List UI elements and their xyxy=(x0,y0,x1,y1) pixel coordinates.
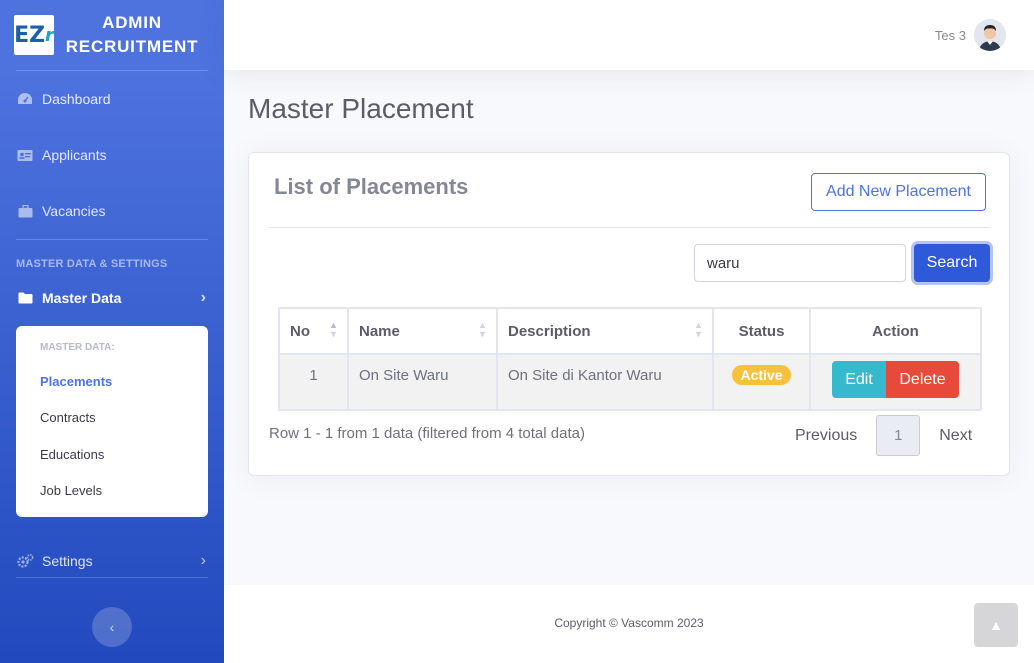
pagination-next[interactable]: Next xyxy=(925,427,986,445)
user-menu[interactable]: Tes 3 xyxy=(935,19,1006,51)
delete-button[interactable]: Delete xyxy=(886,361,959,398)
search-input[interactable] xyxy=(694,244,906,282)
master-data-submenu: MASTER DATA: Placements Contracts Educat… xyxy=(16,326,208,517)
avatar xyxy=(974,19,1006,51)
sidebar-item-dashboard[interactable]: Dashboard xyxy=(0,71,224,127)
submenu-header: MASTER DATA: xyxy=(40,342,115,353)
topbar: Tes 3 xyxy=(224,0,1034,70)
status-badge: Active xyxy=(732,365,791,385)
brand-text: ADMIN RECRUITMENT xyxy=(65,13,199,56)
user-name: Tes 3 xyxy=(934,27,966,43)
sidebar: EZ r ADMIN RECRUITMENT Dashboard Applican… xyxy=(0,0,224,663)
brand[interactable]: EZ r ADMIN RECRUITMENT xyxy=(0,0,224,70)
card-divider xyxy=(269,227,990,228)
column-header-description[interactable]: Description ▲ ▼ xyxy=(496,307,714,355)
cell-name: On Site Waru xyxy=(347,353,498,411)
placements-table: No ▲ ▼ Name ▲ ▼ Description ▲ ▼ Status Acti… xyxy=(278,307,982,411)
card-title: List of Placements xyxy=(274,174,469,199)
sidebar-divider xyxy=(16,577,208,578)
chevron-right-icon: › xyxy=(200,289,206,306)
column-header-action: Action xyxy=(809,307,982,355)
sidebar-item-master-data[interactable]: Master Data › xyxy=(0,278,224,318)
footer: Copyright © Vascomm 2023 xyxy=(224,585,1034,663)
pagination-previous[interactable]: Previous xyxy=(781,427,871,445)
tachometer-icon xyxy=(16,92,34,106)
cell-action: Edit Delete xyxy=(809,353,982,411)
folder-icon xyxy=(16,291,34,305)
sidebar-heading: MASTER DATA & SETTINGS xyxy=(16,258,168,270)
placements-card: List of Placements Add New Placement Sea… xyxy=(248,152,1010,476)
sidebar-item-applicants[interactable]: Applicants xyxy=(0,127,224,183)
sort-asc-icon: ▲ ▼ xyxy=(329,320,338,339)
submenu-item-contracts[interactable]: Contracts xyxy=(16,400,208,437)
copyright: Copyright © Vascomm 2023 xyxy=(554,616,704,630)
cogs-icon xyxy=(16,554,34,568)
cell-description: On Site di Kantor Waru xyxy=(496,353,714,411)
table-header-row: No ▲ ▼ Name ▲ ▼ Description ▲ ▼ Status Acti… xyxy=(278,307,982,355)
cell-no: 1 xyxy=(278,353,349,411)
brand-logo: EZ r xyxy=(14,15,54,55)
column-header-status: Status xyxy=(712,307,811,355)
pagination-page-current[interactable]: 1 xyxy=(876,415,921,456)
submenu-item-educations[interactable]: Educations xyxy=(16,436,208,473)
sidebar-toggle-button[interactable]: ‹ xyxy=(92,607,132,647)
sort-icon: ▲ ▼ xyxy=(694,320,703,339)
table-row: 1 On Site Waru On Site di Kantor Waru Ac… xyxy=(278,353,982,411)
column-header-name[interactable]: Name ▲ ▼ xyxy=(347,307,498,355)
chevron-left-icon: ‹ xyxy=(109,619,115,635)
sidebar-item-settings[interactable]: Settings › xyxy=(0,533,224,589)
column-header-no[interactable]: No ▲ ▼ xyxy=(278,307,349,355)
add-new-placement-button[interactable]: Add New Placement xyxy=(811,173,986,211)
submenu-item-job-levels[interactable]: Job Levels xyxy=(16,473,208,510)
scroll-to-top-button[interactable]: ▲ xyxy=(974,603,1018,647)
pagination-info: Row 1 - 1 from 1 data (filtered from 4 t… xyxy=(269,425,585,442)
pagination: Previous 1 Next xyxy=(781,415,986,456)
id-card-icon xyxy=(16,148,34,162)
chevron-up-icon: ▲ xyxy=(989,617,1003,633)
submenu-item-placements[interactable]: Placements xyxy=(16,363,208,400)
page-title: Master Placement xyxy=(248,93,474,124)
edit-button[interactable]: Edit xyxy=(832,361,886,398)
sidebar-item-vacancies[interactable]: Vacancies xyxy=(0,183,224,239)
sort-icon: ▲ ▼ xyxy=(478,320,487,339)
search-button[interactable]: Search xyxy=(914,244,990,282)
briefcase-icon xyxy=(16,204,34,218)
chevron-right-icon: › xyxy=(200,552,206,569)
cell-status: Active xyxy=(712,353,811,411)
